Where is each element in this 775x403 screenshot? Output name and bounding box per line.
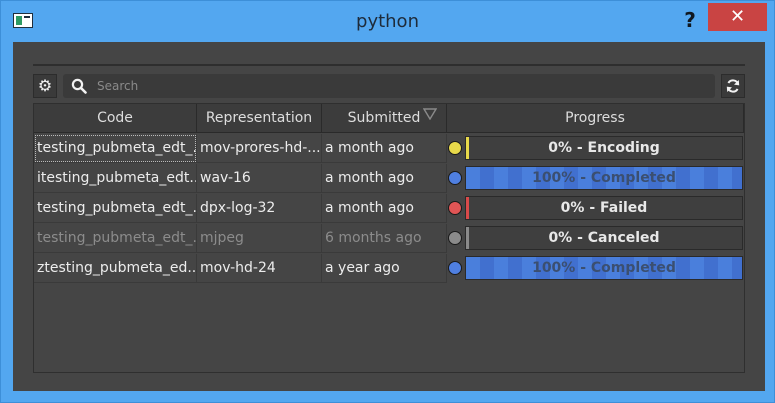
column-header-code[interactable]: Code bbox=[34, 104, 197, 133]
refresh-icon bbox=[726, 79, 740, 93]
gear-icon: ⚙ bbox=[37, 76, 53, 95]
divider bbox=[33, 64, 745, 66]
progress-bar: 0% - Encoding bbox=[465, 136, 743, 160]
progress-label: 100% - Completed bbox=[532, 170, 676, 186]
status-dot bbox=[448, 231, 462, 245]
table-row[interactable]: testing_pubmeta_edt_... mov-prores-hd-..… bbox=[34, 134, 744, 164]
cell-representation: mov-hd-24 bbox=[197, 254, 322, 283]
cell-code: testing_pubmeta_edt_... bbox=[34, 134, 197, 163]
progress-label: 100% - Completed bbox=[532, 260, 676, 276]
table-row[interactable]: testing_pubmeta_edt_... mjpeg 6 months a… bbox=[34, 224, 744, 254]
cell-code: ztesting_pubmeta_ed... bbox=[34, 254, 197, 283]
title-bar[interactable]: python ? ✕ bbox=[1, 1, 774, 41]
table-row[interactable]: testing_pubmeta_edt_... dpx-log-32 a mon… bbox=[34, 194, 744, 224]
progress-bar: 100% - Completed bbox=[465, 166, 743, 190]
cell-submitted: a month ago bbox=[322, 134, 447, 163]
cell-submitted: a year ago bbox=[322, 254, 447, 283]
toolbar: ⚙ bbox=[33, 74, 745, 98]
progress-bar: 0% - Failed bbox=[465, 196, 743, 220]
search-icon bbox=[71, 78, 87, 94]
cell-representation: mov-prores-hd-... bbox=[197, 134, 322, 163]
refresh-button[interactable] bbox=[721, 74, 745, 98]
cell-representation: mjpeg bbox=[197, 224, 322, 253]
cell-code: testing_pubmeta_edt_... bbox=[34, 224, 197, 253]
progress-label: 0% - Failed bbox=[560, 200, 648, 216]
help-button[interactable]: ? bbox=[675, 7, 705, 33]
progress-label: 0% - Encoding bbox=[548, 140, 660, 156]
app-window: python ? ✕ ⚙ Search Code Representation … bbox=[0, 0, 775, 403]
jobs-table: Code Representation Submitted Progress t… bbox=[33, 103, 745, 373]
sort-descending-icon bbox=[423, 108, 437, 120]
table-row[interactable]: ztesting_pubmeta_ed... mov-hd-24 a year … bbox=[34, 254, 744, 284]
settings-button[interactable]: ⚙ bbox=[33, 74, 57, 98]
status-dot bbox=[448, 261, 462, 275]
cell-submitted: 6 months ago bbox=[322, 224, 447, 253]
search-input[interactable] bbox=[97, 77, 697, 95]
cell-code: testing_pubmeta_edt_... bbox=[34, 194, 197, 223]
table-row[interactable]: itesting_pubmeta_edt... wav-16 a month a… bbox=[34, 164, 744, 194]
status-dot bbox=[448, 201, 462, 215]
status-dot bbox=[448, 171, 462, 185]
column-header-submitted-label: Submitted bbox=[347, 110, 421, 126]
cell-representation: dpx-log-32 bbox=[197, 194, 322, 223]
table-header: Code Representation Submitted Progress bbox=[34, 104, 744, 134]
column-header-progress[interactable]: Progress bbox=[447, 104, 744, 133]
status-dot bbox=[448, 141, 462, 155]
cell-submitted: a month ago bbox=[322, 194, 447, 223]
progress-bar: 100% - Completed bbox=[465, 256, 743, 280]
column-header-representation[interactable]: Representation bbox=[197, 104, 322, 133]
main-panel: ⚙ Code Representatio bbox=[13, 42, 765, 391]
progress-bar: 0% - Canceled bbox=[465, 226, 743, 250]
close-button[interactable]: ✕ bbox=[708, 3, 767, 31]
progress-label: 0% - Canceled bbox=[548, 230, 660, 246]
search-box[interactable] bbox=[63, 74, 715, 98]
cell-code: itesting_pubmeta_edt... bbox=[34, 164, 197, 193]
window-title: python bbox=[356, 11, 419, 32]
cell-submitted: a month ago bbox=[322, 164, 447, 193]
cell-representation: wav-16 bbox=[197, 164, 322, 193]
